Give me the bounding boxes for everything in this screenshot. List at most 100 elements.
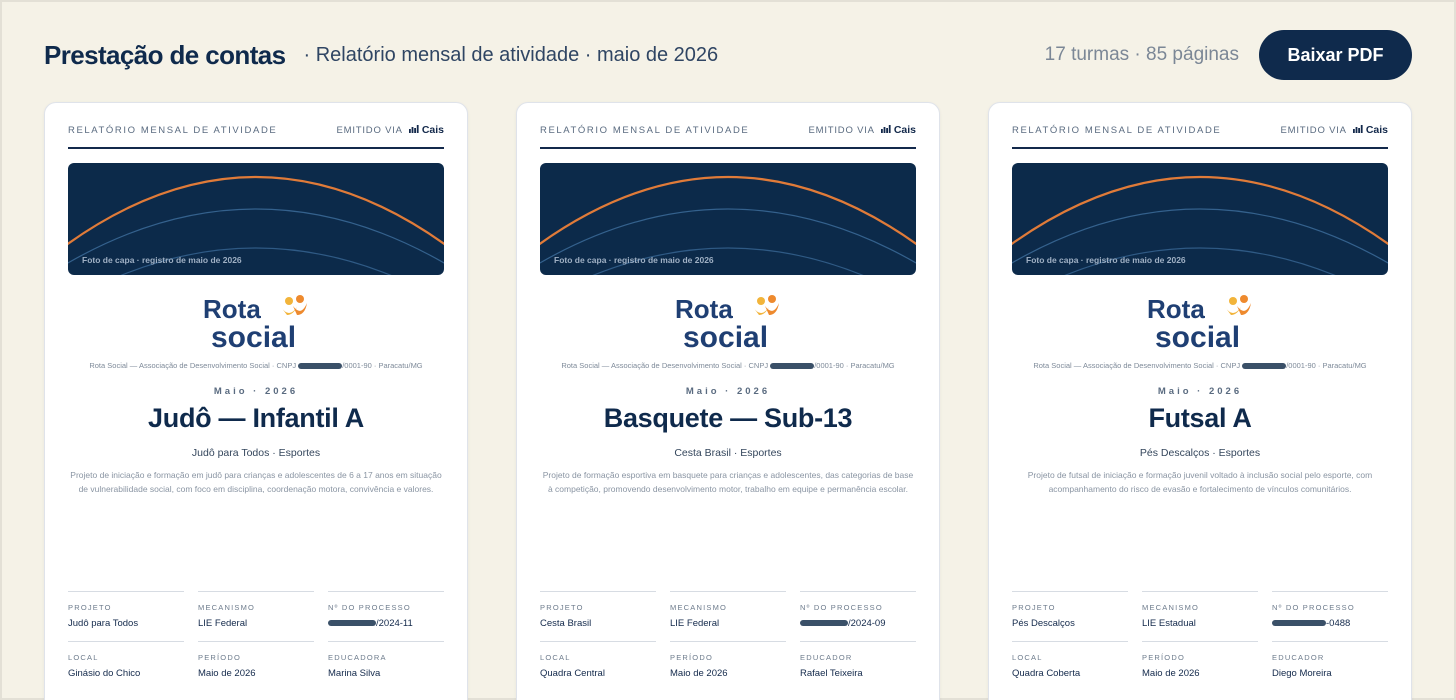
org-suffix: /0001-90 · Paracatu/MG — [1286, 361, 1367, 370]
redacted-process — [328, 620, 376, 627]
report-card[interactable]: RELATÓRIO MENSAL DE ATIVIDADE EMITIDO VI… — [44, 102, 468, 700]
field-educator: EDUCADOR Rafael Teixeira — [800, 641, 916, 685]
class-title: Judô — Infantil A — [148, 403, 364, 433]
download-pdf-button[interactable]: Baixar PDF — [1259, 30, 1412, 80]
class-description: Projeto de formação esportiva em basquet… — [542, 470, 914, 494]
cover-photo: Foto de capa · registro de maio de 2026 — [1012, 163, 1388, 275]
report-type-label: RELATÓRIO MENSAL DE ATIVIDADE — [68, 125, 278, 136]
logo-line1: Rota — [203, 294, 261, 324]
field-educator: EDUCADOR Diego Moreira — [1272, 641, 1388, 685]
people-logo-icon — [281, 295, 307, 315]
field-label: MECANISMO — [1142, 603, 1200, 612]
report-type-label: RELATÓRIO MENSAL DE ATIVIDADE — [540, 125, 750, 136]
redacted-cnpj — [1242, 363, 1287, 370]
field-label: EDUCADORA — [328, 653, 387, 662]
org-prefix: Rota Social — Associação de Desenvolvime… — [1033, 361, 1243, 370]
field-value: Maio de 2026 — [1142, 668, 1200, 679]
field-project: PROJETO Cesta Brasil — [540, 591, 656, 635]
organization-line: Rota Social — Associação de Desenvolvime… — [530, 361, 926, 370]
field-value: LIE Federal — [670, 618, 720, 629]
people-logo-icon — [1225, 295, 1251, 315]
field-label: PROJETO — [68, 603, 112, 612]
field-period: PERÍODO Maio de 2026 — [198, 641, 314, 685]
field-label: Nº DO PROCESSO — [800, 603, 883, 612]
cais-brand: Cais — [408, 124, 444, 136]
field-label: PROJETO — [1012, 603, 1056, 612]
org-suffix: /0001-90 · Paracatu/MG — [342, 361, 423, 370]
field-label: MECANISMO — [670, 603, 728, 612]
card-header: RELATÓRIO MENSAL DE ATIVIDADE EMITIDO VI… — [68, 123, 444, 149]
cover-photo: Foto de capa · registro de maio de 2026 — [540, 163, 916, 275]
report-month: Maio · 2026 — [213, 386, 299, 397]
rota-social-logo: Rota social — [201, 293, 311, 354]
field-period: PERÍODO Maio de 2026 — [1142, 641, 1258, 685]
field-value: Pés Descalços — [1012, 618, 1075, 629]
bar-chart-icon — [408, 124, 419, 136]
cais-brand-name: Cais — [421, 124, 444, 136]
bar-chart-icon — [880, 124, 891, 136]
issued-label: EMITIDO VIA — [336, 124, 403, 136]
issued-label: EMITIDO VIA — [808, 124, 875, 136]
issued-via: EMITIDO VIA Cais — [1280, 123, 1388, 136]
field-label: PERÍODO — [670, 653, 713, 662]
field-value: Quadra Central — [540, 668, 605, 679]
logo-line2: social — [683, 321, 768, 351]
class-title: Basquete — Sub-13 — [603, 403, 853, 433]
report-card[interactable]: RELATÓRIO MENSAL DE ATIVIDADE EMITIDO VI… — [516, 102, 940, 700]
cais-brand-name: Cais — [1365, 124, 1388, 136]
field-label: PROJETO — [540, 603, 584, 612]
report-card[interactable]: RELATÓRIO MENSAL DE ATIVIDADE EMITIDO VI… — [988, 102, 1412, 700]
cover-photo: Foto de capa · registro de maio de 2026 — [68, 163, 444, 275]
bar-chart-icon — [1352, 124, 1363, 136]
field-mechanism: MECANISMO LIE Federal — [198, 591, 314, 635]
org-suffix: /0001-90 · Paracatu/MG — [814, 361, 895, 370]
issued-via: EMITIDO VIA Cais — [336, 123, 444, 136]
field-value: LIE Estadual — [1142, 618, 1196, 629]
class-subtitle: Judô para Todos · Esportes — [191, 447, 321, 459]
field-period: PERÍODO Maio de 2026 — [670, 641, 786, 685]
redacted-process — [1272, 620, 1326, 627]
report-type-label: RELATÓRIO MENSAL DE ATIVIDADE — [1012, 125, 1222, 136]
field-label: MECANISMO — [198, 603, 256, 612]
report-cards: RELATÓRIO MENSAL DE ATIVIDADE EMITIDO VI… — [44, 102, 1412, 700]
field-value: /2024-09 — [800, 618, 886, 629]
process-suffix: -0488 — [1326, 618, 1351, 629]
field-value: Judô para Todos — [68, 618, 139, 629]
field-value: Marina Silva — [328, 668, 381, 679]
logo-line2: social — [211, 321, 296, 351]
class-description: Projeto de futsal de iniciação e formaçã… — [1027, 470, 1373, 494]
field-label: EDUCADOR — [1272, 653, 1325, 662]
field-process-number: Nº DO PROCESSO /2024-09 — [800, 591, 916, 635]
report-month: Maio · 2026 — [1157, 386, 1243, 397]
field-value: /2024-11 — [328, 618, 413, 629]
redacted-process — [800, 620, 848, 627]
report-count-meta: 17 turmas · 85 páginas — [1044, 44, 1239, 65]
field-label: Nº DO PROCESSO — [1272, 603, 1355, 612]
class-subtitle: Cesta Brasil · Esportes — [674, 447, 782, 459]
field-value: Ginásio do Chico — [68, 668, 141, 679]
field-value: Maio de 2026 — [670, 668, 728, 679]
logo-line2: social — [1155, 321, 1240, 351]
cais-brand-name: Cais — [893, 124, 916, 136]
field-value: Cesta Brasil — [540, 618, 592, 629]
redacted-cnpj — [298, 363, 343, 370]
field-label: PERÍODO — [1142, 653, 1185, 662]
field-value: Maio de 2026 — [198, 668, 256, 679]
report-month: Maio · 2026 — [685, 386, 771, 397]
field-value: -0488 — [1272, 618, 1350, 629]
logo-line1: Rota — [1147, 294, 1205, 324]
process-suffix: /2024-09 — [848, 618, 886, 629]
field-project: PROJETO Pés Descalços — [1012, 591, 1128, 635]
field-educator: EDUCADORA Marina Silva — [328, 641, 444, 685]
page-subtitle: · Relatório mensal de atividade · maio d… — [303, 43, 719, 66]
rota-social-logo: Rota social — [1145, 293, 1255, 354]
organization-line: Rota Social — Associação de Desenvolvime… — [1002, 361, 1398, 370]
field-label: EDUCADOR — [800, 653, 853, 662]
field-value: Diego Moreira — [1272, 668, 1332, 679]
top-bar: Prestação de contas · Relatório mensal d… — [44, 30, 1412, 80]
field-label: PERÍODO — [198, 653, 241, 662]
field-process-number: Nº DO PROCESSO -0488 — [1272, 591, 1388, 635]
field-process-number: Nº DO PROCESSO /2024-11 — [328, 591, 444, 635]
people-logo-icon — [753, 295, 779, 315]
field-local: LOCAL Quadra Coberta — [1012, 641, 1128, 685]
